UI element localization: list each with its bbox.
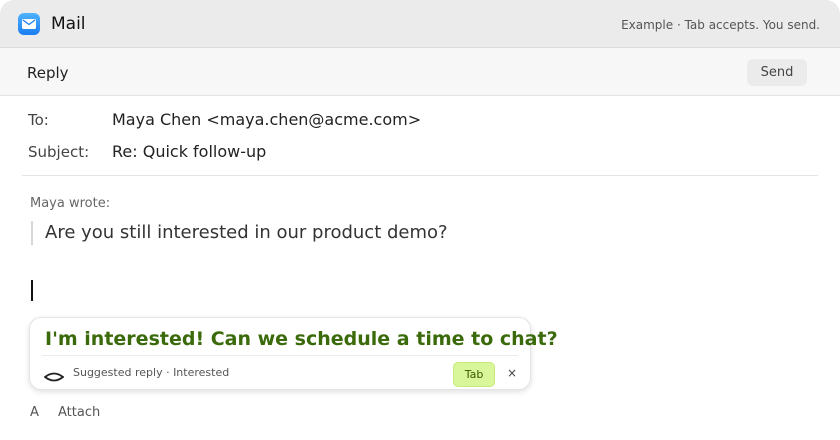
quote-author: Maya wrote: xyxy=(30,196,111,211)
accept-tab-button[interactable]: Tab xyxy=(453,362,495,387)
text-caret[interactable] xyxy=(31,280,33,301)
reply-title: Reply xyxy=(27,64,69,82)
title-bar: Mail Example · Tab accepts. You send. xyxy=(0,0,840,48)
header-divider xyxy=(22,175,818,176)
attach-button[interactable]: Attach xyxy=(58,405,100,420)
suggestion-card[interactable]: I'm interested! Can we schedule a time t… xyxy=(29,317,558,390)
to-label: To: xyxy=(28,111,49,129)
subject-field[interactable]: Re: Quick follow-up xyxy=(112,142,266,161)
format-text-button[interactable]: A xyxy=(30,405,39,420)
mail-envelope-icon xyxy=(18,13,40,35)
reply-toolbar: Reply Send xyxy=(0,48,840,96)
subject-label: Subject: xyxy=(28,143,90,161)
eye-glyph xyxy=(43,372,65,382)
suggestion-divider xyxy=(42,355,518,356)
mail-window: Mail Example · Tab accepts. You send. Re… xyxy=(0,0,840,440)
dismiss-suggestion-button[interactable]: × xyxy=(504,364,520,382)
envelope-glyph xyxy=(22,19,36,29)
titlebar-note: Example · Tab accepts. You send. xyxy=(621,18,820,32)
eye-icon xyxy=(43,368,65,382)
send-button[interactable]: Send xyxy=(747,59,807,86)
suggestion-meta: Suggested reply · Interested xyxy=(73,366,230,379)
quote-bar xyxy=(31,221,33,245)
to-field[interactable]: Maya Chen <maya.chen@acme.com> xyxy=(112,110,421,129)
suggested-reply-text[interactable]: I'm interested! Can we schedule a time t… xyxy=(45,328,558,350)
app-title: Mail xyxy=(51,14,86,34)
quoted-message: Are you still interested in our product … xyxy=(45,222,448,243)
